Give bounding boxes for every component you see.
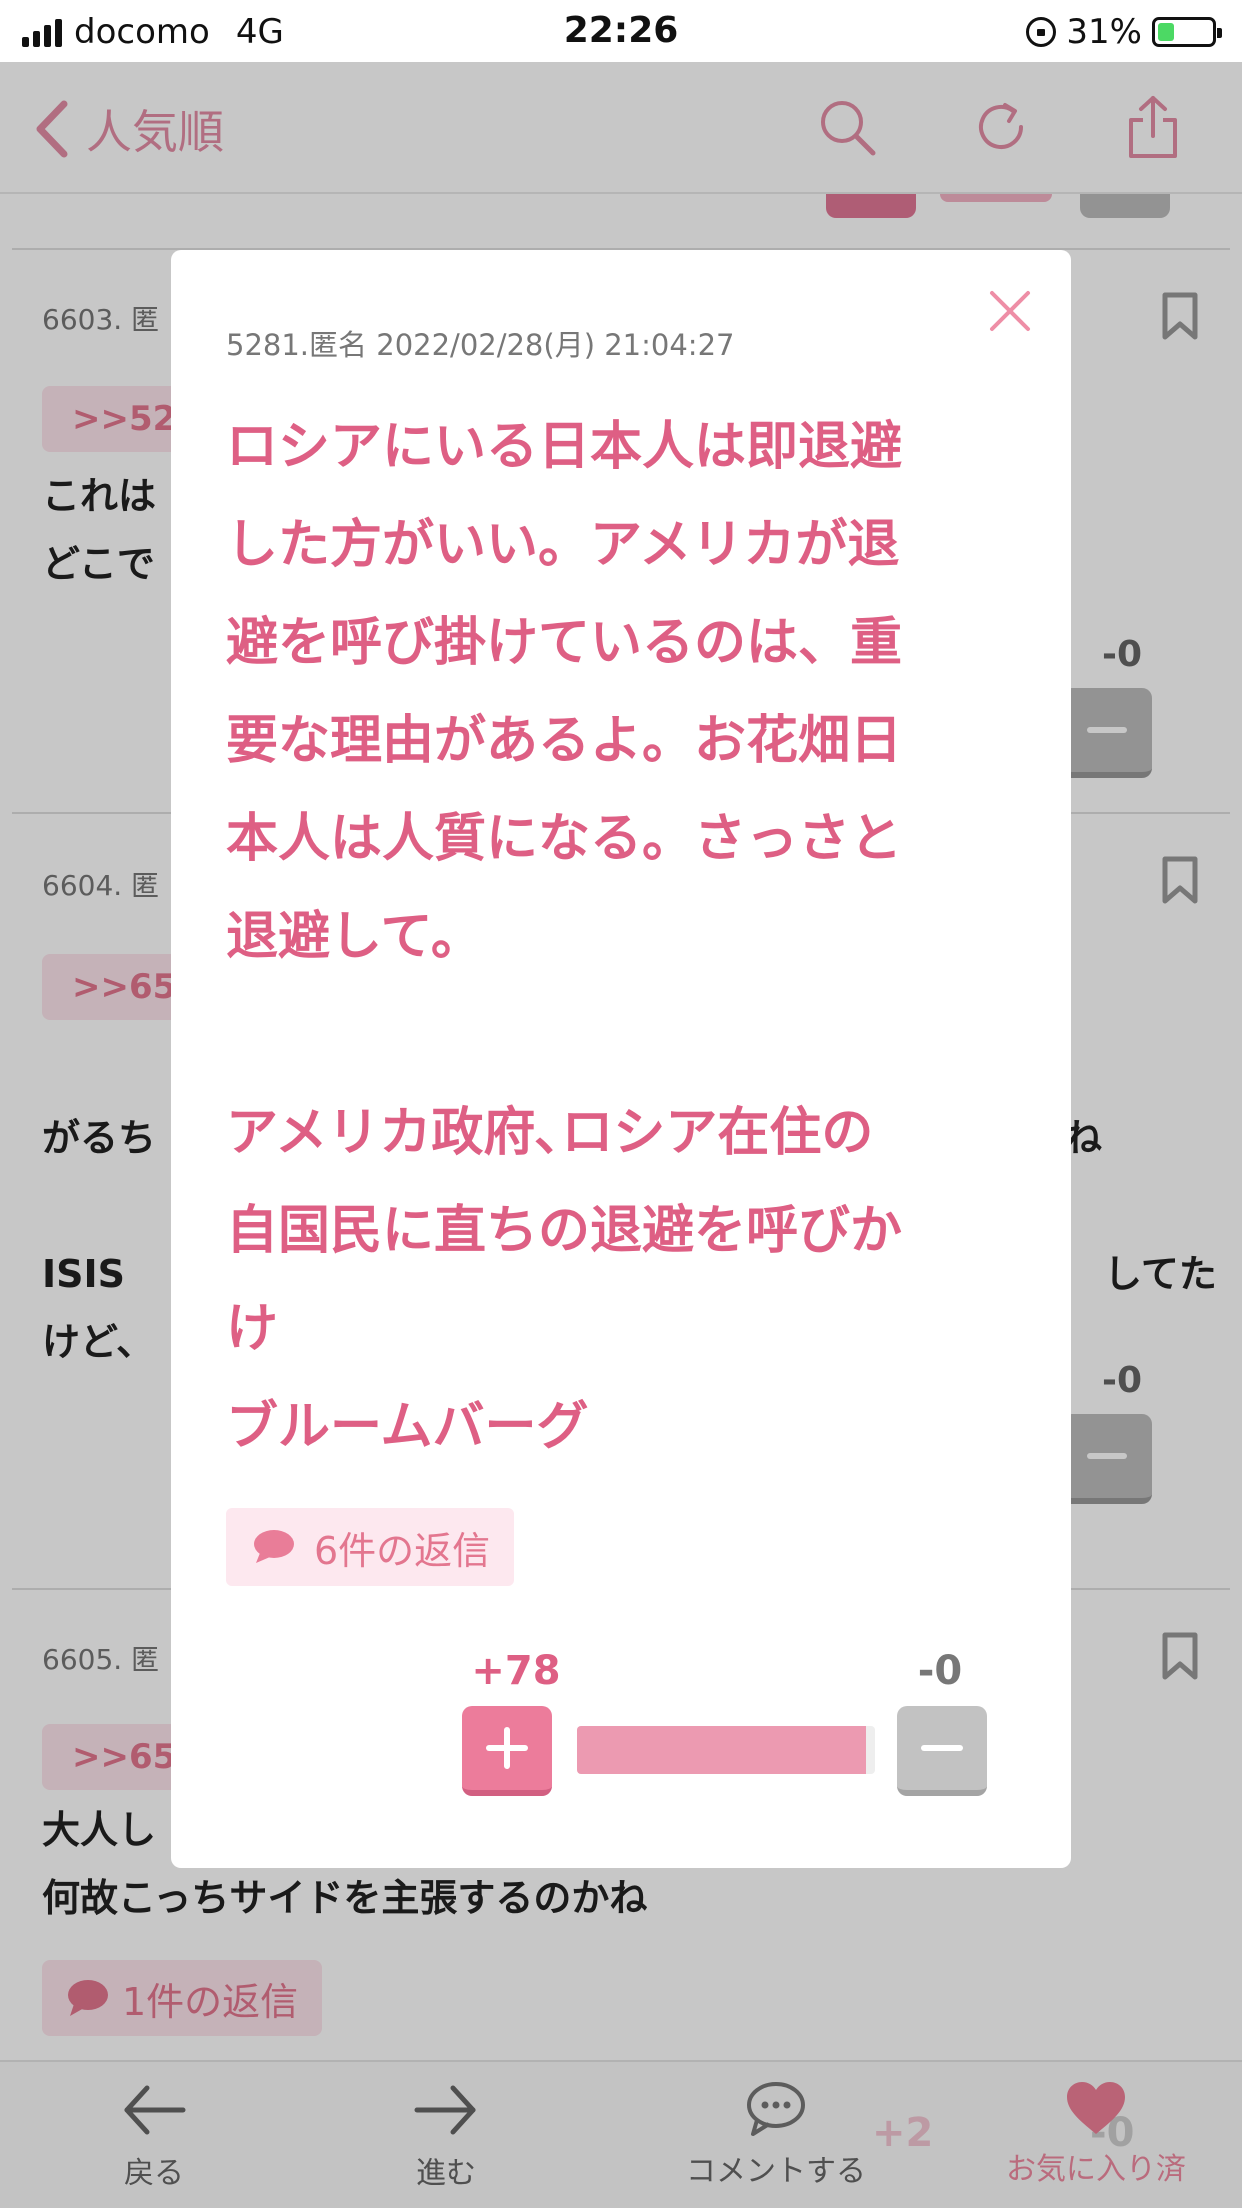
body-line: 自国民に直ちの退避を呼びか <box>226 1201 903 1261</box>
modal-post-body: ロシアにいる日本人は即退避 した方がいい。アメリカが退 避を呼び掛けているのは、… <box>226 398 1026 1476</box>
comment-modal: 5281.匿名 2022/02/28(月) 21:04:27 ロシアにいる日本人… <box>171 250 1071 1868</box>
modal-reply-count-button[interactable]: 6件の返信 <box>226 1508 515 1586</box>
minus-icon <box>921 1745 963 1751</box>
modal-post-meta: 5281.匿名 2022/02/28(月) 21:04:27 <box>226 328 735 362</box>
battery-percent: 31% <box>1066 12 1142 52</box>
body-line: 退避して。 <box>226 907 483 967</box>
orientation-lock-icon <box>1026 17 1057 47</box>
plus-vote-button[interactable] <box>462 1706 552 1796</box>
body-line: け <box>226 1299 279 1359</box>
status-right: 31% <box>1026 12 1222 52</box>
body-line: アメリカ政府､ロシア在住の <box>226 1103 874 1163</box>
plus-vote-count: +78 <box>471 1648 561 1694</box>
vote-ratio-fill <box>577 1726 867 1774</box>
body-line: 要な理由があるよ。お花畑日 <box>226 711 903 771</box>
modal-reply-count-label: 6件の返信 <box>314 1528 491 1573</box>
battery-icon <box>1152 17 1222 47</box>
speech-bubble-icon <box>254 1530 294 1563</box>
minus-vote-count: -0 <box>917 1648 963 1694</box>
vote-ratio-bar <box>577 1726 875 1774</box>
battery-fill <box>1158 23 1175 41</box>
close-icon[interactable] <box>987 288 1033 334</box>
body-line: した方がいい。アメリカが退 <box>226 515 900 575</box>
minus-vote-button[interactable] <box>897 1706 987 1796</box>
body-line: 本人は人質になる。さっさと <box>226 809 903 869</box>
plus-icon <box>486 1727 528 1769</box>
body-line: ブルームバーグ <box>226 1397 589 1457</box>
status-bar: docomo 4G 22:26 31% <box>0 0 1242 62</box>
body-line: 避を呼び掛けているのは、重 <box>226 613 903 673</box>
body-line: ロシアにいる日本人は即退避 <box>226 417 903 477</box>
